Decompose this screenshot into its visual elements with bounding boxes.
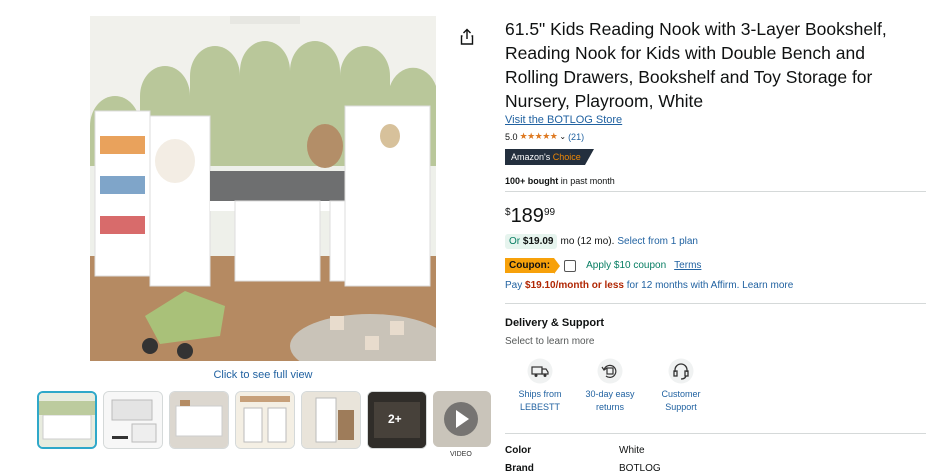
apply-coupon-label[interactable]: Apply $10 coupon xyxy=(586,260,666,271)
thumbnail-2[interactable] xyxy=(103,391,163,449)
affirm-financing-link[interactable]: Pay $19.10/month or less for 12 months w… xyxy=(505,280,793,291)
rating-row[interactable]: 5.0 ★★★★★ ⌄ (21) xyxy=(505,131,584,142)
coupon-terms-link[interactable]: Terms xyxy=(674,260,701,271)
feature-ships-from[interactable]: Ships from LEBESTT xyxy=(505,358,575,414)
support-icon xyxy=(668,358,694,384)
price: $ 189 99 xyxy=(505,204,555,228)
product-title: 61.5" Kids Reading Nook with 3-Layer Boo… xyxy=(505,19,887,111)
bought-count: 100+ bought xyxy=(505,176,559,186)
monthly-pill: Or $19.09 xyxy=(505,234,558,249)
video-label: VIDEO xyxy=(450,451,472,458)
see-full-view-link[interactable]: Click to see full view xyxy=(90,369,436,381)
feature-customer-support[interactable]: Customer Support xyxy=(646,358,716,414)
feature-returns[interactable]: 30-day easy returns xyxy=(575,358,645,414)
rating-count[interactable]: (21) xyxy=(568,132,584,142)
delivery-support-subtitle: Select to learn more xyxy=(505,336,595,347)
spec-color-value: White xyxy=(619,445,645,456)
monthly-payment-row: Or $19.09 mo (12 mo). Select from 1 plan xyxy=(505,234,698,249)
badge-accent: Choice xyxy=(552,152,581,162)
share-icon[interactable] xyxy=(459,28,475,46)
coupon-tag: Coupon: xyxy=(505,258,561,274)
rating-value: 5.0 xyxy=(505,131,518,142)
monthly-term: mo (12 mo). xyxy=(560,236,615,247)
divider xyxy=(505,191,926,192)
thumbnail-3[interactable] xyxy=(169,391,229,449)
bought-in-past-month: 100+ bought in past month xyxy=(505,176,615,186)
spec-brand-value: BOTLOG xyxy=(619,463,661,474)
select-plan-link[interactable]: Select from 1 plan xyxy=(617,236,698,247)
store-link[interactable]: Visit the BOTLOG Store xyxy=(505,114,622,126)
thumbnail-4[interactable] xyxy=(235,391,295,449)
coupon-checkbox[interactable] xyxy=(564,259,577,272)
main-product-image[interactable] xyxy=(90,16,436,361)
monthly-amount: $19.09 xyxy=(522,236,554,247)
thumbnail-5[interactable] xyxy=(301,391,361,449)
coupon-row: Coupon: Apply $10 coupon Terms xyxy=(505,258,701,274)
thumbnail-more[interactable]: 2+ xyxy=(367,391,427,449)
star-rating-icon: ★★★★★ xyxy=(519,131,558,141)
chevron-down-icon[interactable]: ⌄ xyxy=(559,132,566,141)
truck-icon xyxy=(527,358,553,384)
delivery-support-heading: Delivery & Support xyxy=(505,317,605,329)
more-images-count: 2+ xyxy=(388,412,402,426)
divider xyxy=(505,303,926,304)
thumbnail-1[interactable] xyxy=(37,391,97,449)
return-icon xyxy=(597,358,623,384)
amazons-choice-badge: Amazon's Choice xyxy=(505,149,594,165)
video-thumbnail[interactable] xyxy=(433,391,491,447)
spec-color-key: Color xyxy=(505,445,532,456)
price-fraction: 99 xyxy=(543,207,556,218)
spec-brand-key: Brand xyxy=(505,463,534,474)
bought-rest: in past month xyxy=(558,176,615,186)
badge-main: Amazon's xyxy=(511,152,551,162)
price-whole: 189 xyxy=(510,205,544,227)
divider xyxy=(505,433,926,434)
